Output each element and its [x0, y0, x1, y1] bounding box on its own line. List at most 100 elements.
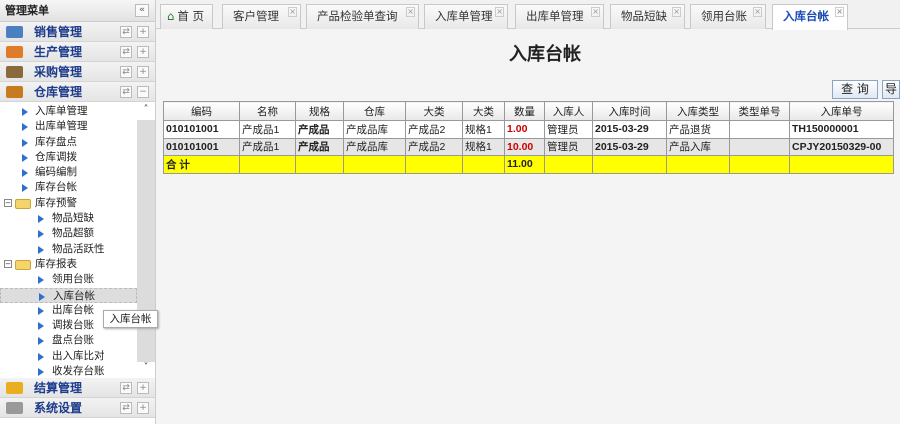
- refresh-icon[interactable]: ⇄: [120, 402, 132, 414]
- home-icon: ⌂: [167, 9, 175, 23]
- tree-scrollbar[interactable]: ˄ ˅: [137, 104, 155, 378]
- tree-item[interactable]: 出入库比对: [0, 349, 137, 364]
- scroll-down-icon[interactable]: ˅: [137, 362, 155, 378]
- close-tab-icon[interactable]: ×: [753, 7, 762, 17]
- refresh-icon[interactable]: ⇄: [120, 86, 132, 98]
- arrow-icon: [38, 352, 44, 361]
- query-button[interactable]: 查 询: [832, 80, 878, 99]
- column-header[interactable]: 类型单号: [729, 101, 790, 121]
- arrow-icon: [38, 276, 44, 285]
- tree-item[interactable]: 出库单管理: [0, 119, 137, 134]
- tree-item[interactable]: 盘点台账: [0, 333, 137, 348]
- tree-item-label: 调拨台账: [52, 319, 94, 332]
- column-header[interactable]: 入库时间: [592, 101, 667, 121]
- arrow-icon: [38, 368, 44, 377]
- tab[interactable]: ⌂ 首 页: [160, 4, 213, 29]
- table-row[interactable]: 010101001 产成品1 产成品 产成品库 产成品2 规格1 10.00 管理员 2015-…: [163, 137, 894, 156]
- expand-icon[interactable]: +: [137, 66, 149, 78]
- table-cell: [789, 155, 894, 174]
- expand-icon[interactable]: +: [137, 26, 149, 38]
- close-tab-icon[interactable]: ×: [406, 7, 415, 17]
- tab-bar: ⌂ 首 页客户管理 × 产品检验单查询 × 入库单管理 × 出库单管理 × 物品短缺 × 领用台账 × 入…: [156, 0, 900, 30]
- sidebar-section[interactable]: 系统设置 ⇄ +: [0, 398, 155, 418]
- tree-item[interactable]: 库存盘点: [0, 135, 137, 150]
- close-tab-icon[interactable]: ×: [591, 7, 600, 17]
- table-cell: 产品入库: [666, 137, 730, 156]
- tree-item[interactable]: 收发存台账: [0, 364, 137, 378]
- sidebar-section[interactable]: 结算管理 ⇄ +: [0, 378, 155, 398]
- tab-label: 首 页: [177, 9, 204, 23]
- column-header[interactable]: 数量: [504, 101, 545, 121]
- refresh-icon[interactable]: ⇄: [120, 46, 132, 58]
- close-tab-icon[interactable]: ×: [288, 7, 297, 17]
- table-row[interactable]: 010101001 产成品1 产成品 产成品库 产成品2 规格1 1.00 管理员 2015-0…: [163, 120, 894, 139]
- table-cell: [544, 155, 593, 174]
- tab[interactable]: 物品短缺 ×: [610, 4, 685, 29]
- arrow-icon: [22, 123, 28, 132]
- close-tab-icon[interactable]: ×: [495, 7, 504, 17]
- table-cell: [295, 155, 344, 174]
- column-header[interactable]: 入库人: [544, 101, 593, 121]
- column-header[interactable]: 名称: [239, 101, 296, 121]
- scroll-up-icon[interactable]: ˄: [137, 104, 155, 120]
- column-header[interactable]: 编码: [163, 101, 240, 121]
- column-header[interactable]: 入库单号: [789, 101, 894, 121]
- table-cell: 管理员: [544, 137, 593, 156]
- collapse-node-icon[interactable]: −: [4, 259, 12, 268]
- refresh-icon[interactable]: ⇄: [120, 26, 132, 38]
- section-icon: [6, 86, 23, 98]
- sidebar-section[interactable]: 采购管理 ⇄ +: [0, 62, 155, 82]
- table-cell: 产成品1: [239, 120, 296, 139]
- collapse-node-icon[interactable]: −: [4, 198, 12, 207]
- tree-item-label: 入库单管理: [35, 105, 88, 117]
- close-tab-icon[interactable]: ×: [835, 7, 844, 17]
- tree-item-label: 物品短缺: [52, 212, 94, 225]
- table-cell: 010101001: [163, 120, 240, 139]
- folder-icon: [15, 198, 31, 209]
- tree-item[interactable]: 物品活跃性: [0, 242, 137, 257]
- section-label: 系统设置: [34, 401, 83, 415]
- tree-item[interactable]: 入库单管理: [0, 104, 137, 119]
- column-header[interactable]: 规格: [295, 101, 344, 121]
- tree-item[interactable]: 仓库调拨: [0, 150, 137, 165]
- tab[interactable]: 产品检验单查询 ×: [306, 4, 419, 29]
- column-header[interactable]: 仓库: [343, 101, 406, 121]
- close-tab-icon[interactable]: ×: [672, 7, 681, 17]
- refresh-icon[interactable]: ⇄: [120, 66, 132, 78]
- tree-item-label: 出入库比对: [52, 349, 105, 362]
- tab[interactable]: 领用台账 ×: [690, 4, 766, 29]
- table-cell: [239, 155, 296, 174]
- table-cell: [729, 137, 790, 156]
- tab[interactable]: 出库单管理 ×: [515, 4, 604, 29]
- expand-icon[interactable]: +: [137, 402, 149, 414]
- table-cell: 10.00: [504, 137, 545, 156]
- tab-label: 客户管理: [233, 9, 279, 23]
- tree-item[interactable]: 编码编制: [0, 165, 137, 180]
- export-button[interactable]: 导: [882, 80, 900, 99]
- collapse-icon[interactable]: −: [137, 86, 149, 98]
- tree-item[interactable]: 物品短缺: [0, 211, 137, 226]
- expand-icon[interactable]: +: [137, 46, 149, 58]
- tab[interactable]: 入库台帐 ×: [772, 4, 848, 30]
- table-cell: [666, 155, 730, 174]
- refresh-icon[interactable]: ⇄: [120, 382, 132, 394]
- tree-item[interactable]: 领用台账: [0, 272, 137, 287]
- column-header[interactable]: 入库类型: [666, 101, 730, 121]
- tree-item[interactable]: 物品超额: [0, 226, 137, 241]
- sidebar-section[interactable]: 销售管理 ⇄ +: [0, 22, 155, 42]
- tree-item[interactable]: 入库台帐: [0, 287, 137, 303]
- tree-folder[interactable]: − 库存报表: [0, 257, 137, 272]
- tab[interactable]: 入库单管理 ×: [424, 4, 508, 29]
- column-header[interactable]: 大类: [462, 101, 505, 121]
- sidebar-section[interactable]: 仓库管理 ⇄ −: [0, 82, 155, 102]
- tree-folder[interactable]: − 库存预警: [0, 196, 137, 211]
- column-header[interactable]: 大类: [405, 101, 463, 121]
- expand-icon[interactable]: +: [137, 382, 149, 394]
- table-cell: 产成品: [295, 137, 344, 156]
- sidebar-section[interactable]: 生产管理 ⇄ +: [0, 42, 155, 62]
- tree-item[interactable]: 库存台帐: [0, 180, 137, 195]
- arrow-icon: [22, 184, 28, 193]
- arrow-icon: [38, 230, 44, 239]
- tab[interactable]: 客户管理 ×: [222, 4, 301, 29]
- collapse-sidebar-button[interactable]: «: [135, 4, 149, 17]
